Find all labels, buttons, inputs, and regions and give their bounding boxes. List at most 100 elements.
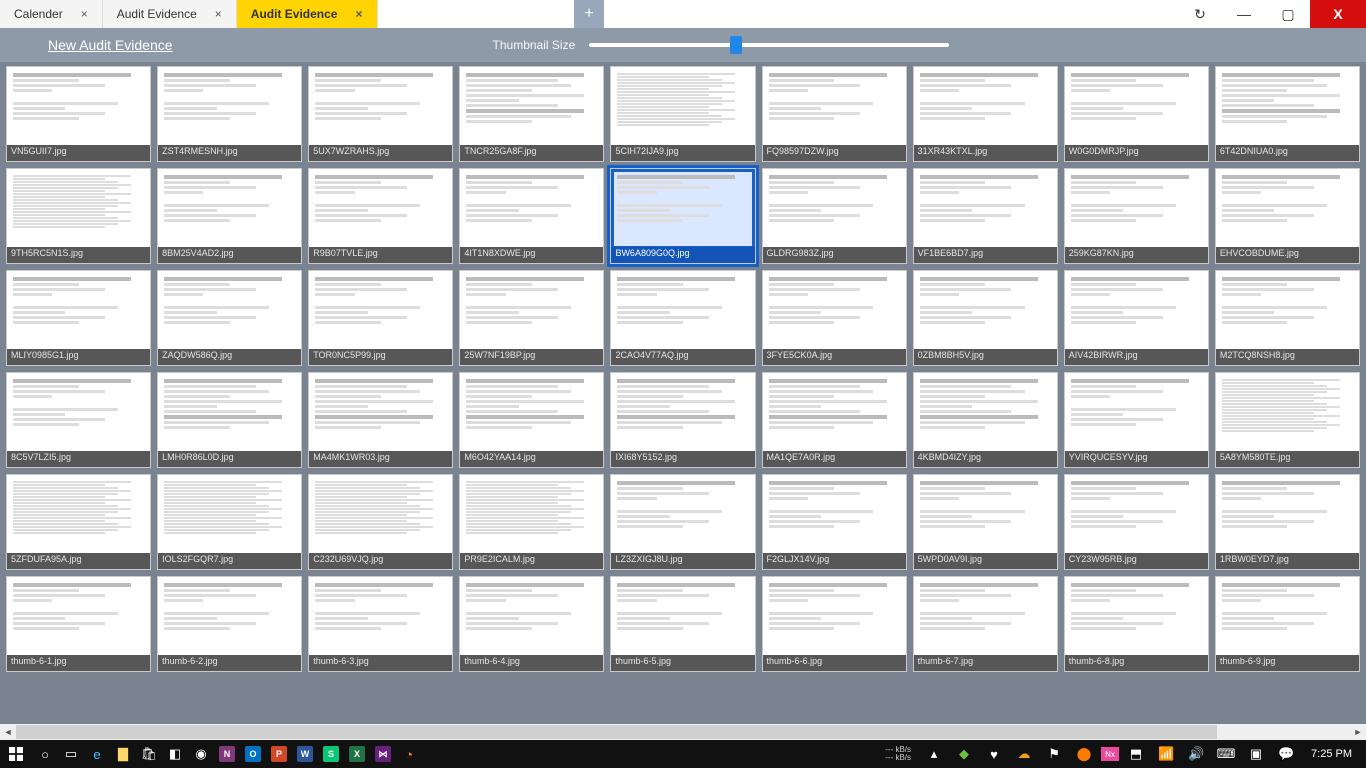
task-view-icon[interactable]: ▭ [58,740,84,768]
tab-2[interactable]: Audit Evidence× [237,0,378,28]
scroll-left-arrow[interactable]: ◄ [0,724,16,740]
thumbnail[interactable]: IOLS2FGQR7.jpg [157,474,302,570]
app-icon-2[interactable]: ◔ [396,740,422,768]
thumbnail[interactable]: 8BM25V4AD2.jpg [157,168,302,264]
tab-close-icon[interactable]: × [215,7,222,21]
thumbnail[interactable]: ZAQDW586Q.jpg [157,270,302,366]
thumbnail[interactable]: MLIY0985G1.jpg [6,270,151,366]
scroll-handle[interactable] [16,725,1217,739]
tab-close-icon[interactable]: × [81,7,88,21]
new-tab-button[interactable]: + [574,0,604,28]
visual-studio-icon[interactable]: ⋈ [370,740,396,768]
thumbnail[interactable]: 4KBMD4IZY.jpg [913,372,1058,468]
start-button[interactable] [0,740,32,768]
thumbnail[interactable]: VN5GUII7.jpg [6,66,151,162]
thumbnail[interactable]: 31XR43KTXL.jpg [913,66,1058,162]
thumbnail[interactable]: CY23W95RB.jpg [1064,474,1209,570]
thumbnail-size-slider[interactable] [589,43,949,47]
thumbnail[interactable]: thumb-6-1.jpg [6,576,151,672]
thumbnail[interactable]: LZ3ZXIGJ8U.jpg [610,474,755,570]
tray-input-icon[interactable]: ⌨ [1213,740,1239,768]
thumbnail[interactable]: 6T42DNIUA0.jpg [1215,66,1360,162]
tray-icon-6[interactable]: Nx [1101,747,1119,761]
thumbnail[interactable]: MA4MK1WR03.jpg [308,372,453,468]
thumbnail[interactable]: TNCR25GA8F.jpg [459,66,604,162]
thumbnail[interactable]: 259KG87KN.jpg [1064,168,1209,264]
thumbnail[interactable]: M6O42YAA14.jpg [459,372,604,468]
tray-volume-icon[interactable]: 🔊 [1183,740,1209,768]
refresh-button[interactable]: ↻ [1178,0,1222,28]
onenote-icon[interactable]: N [214,740,240,768]
thumbnail[interactable]: VF1BE6BD7.jpg [913,168,1058,264]
thumbnail[interactable]: MA1QE7A0R.jpg [762,372,907,468]
thumbnail[interactable]: 8C5V7LZI5.jpg [6,372,151,468]
tray-icon-3[interactable]: ☁ [1011,740,1037,768]
thumbnail[interactable]: 5UX7WZRAHS.jpg [308,66,453,162]
thumbnail[interactable]: 5A8YM580TE.jpg [1215,372,1360,468]
thumbnail[interactable]: ZST4RMESNH.jpg [157,66,302,162]
thumbnail[interactable]: thumb-6-3.jpg [308,576,453,672]
thumbnail[interactable]: 5WPD0AV9I.jpg [913,474,1058,570]
thumbnail[interactable]: thumb-6-5.jpg [610,576,755,672]
scroll-track[interactable] [16,724,1350,740]
tab-0[interactable]: Calender× [0,0,103,28]
search-icon[interactable]: ○ [32,740,58,768]
close-button[interactable]: X [1310,0,1366,28]
thumbnail[interactable]: C232U69VJQ.jpg [308,474,453,570]
thumbnail[interactable]: 1RBW0EYD7.jpg [1215,474,1360,570]
thumbnail[interactable]: 2CAO4V77AQ.jpg [610,270,755,366]
thumbnail[interactable]: TOR0NC5P99.jpg [308,270,453,366]
thumbnail[interactable]: EHVCOBDUME.jpg [1215,168,1360,264]
powerpoint-icon[interactable]: P [266,740,292,768]
thumbnail[interactable]: thumb-6-8.jpg [1064,576,1209,672]
sway-icon[interactable]: S [318,740,344,768]
maximize-button[interactable]: ▢ [1266,0,1310,28]
thumbnail[interactable]: thumb-6-9.jpg [1215,576,1360,672]
tray-overflow-icon[interactable]: ▴ [921,740,947,768]
thumbnail[interactable]: M2TCQ8NSH8.jpg [1215,270,1360,366]
thumbnail[interactable]: YVIRQUCESYV.jpg [1064,372,1209,468]
horizontal-scrollbar[interactable]: ◄ ► [0,724,1366,740]
thumbnail[interactable]: PR9E2ICALM.jpg [459,474,604,570]
thumbnail[interactable]: FQ98597DZW.jpg [762,66,907,162]
edge-icon[interactable]: e [84,740,110,768]
clock[interactable]: 7:25 PM [1303,748,1360,760]
thumbnail[interactable]: 4IT1N8XDWE.jpg [459,168,604,264]
tray-icon-2[interactable]: ♥ [981,740,1007,768]
thumbnail[interactable]: 0ZBM8BH5V.jpg [913,270,1058,366]
thumbnail[interactable]: AIV42BIRWR.jpg [1064,270,1209,366]
thumbnail[interactable]: 5ZFDUFA95A.jpg [6,474,151,570]
word-icon[interactable]: W [292,740,318,768]
tray-notifications-icon[interactable]: 💬 [1273,740,1299,768]
file-explorer-icon[interactable]: ▇ [110,740,136,768]
thumbnail[interactable]: W0G0DMRJP.jpg [1064,66,1209,162]
tray-icon-4[interactable]: ⚑ [1041,740,1067,768]
outlook-icon[interactable]: O [240,740,266,768]
thumbnail[interactable]: 5CIH72IJA9.jpg [610,66,755,162]
new-audit-evidence-link[interactable]: New Audit Evidence [48,37,173,53]
tray-icon-1[interactable]: ◆ [951,740,977,768]
tab-1[interactable]: Audit Evidence× [103,0,237,28]
thumbnail[interactable]: LMH0R86L0D.jpg [157,372,302,468]
slider-thumb[interactable] [730,36,742,54]
tray-icon-5[interactable]: ⬤ [1071,740,1097,768]
thumbnail[interactable]: F2GLJX14V.jpg [762,474,907,570]
tab-close-icon[interactable]: × [355,7,362,21]
thumbnail[interactable]: GLDRG983Z.jpg [762,168,907,264]
thumbnail[interactable]: thumb-6-4.jpg [459,576,604,672]
chrome-icon[interactable]: ◉ [188,740,214,768]
thumbnail[interactable]: 3FYE5CK0A.jpg [762,270,907,366]
thumbnail[interactable]: R9B07TVLE.jpg [308,168,453,264]
thumbnail[interactable]: 9TH5RC5N1S.jpg [6,168,151,264]
store-icon[interactable]: 🛍 [136,740,162,768]
thumbnail[interactable]: BW6A809G0Q.jpg [610,168,755,264]
thumbnail[interactable]: 25W7NF19BP.jpg [459,270,604,366]
excel-icon[interactable]: X [344,740,370,768]
scroll-right-arrow[interactable]: ► [1350,724,1366,740]
minimize-button[interactable]: — [1222,0,1266,28]
tray-battery-icon[interactable]: ▣ [1243,740,1269,768]
thumbnail[interactable]: thumb-6-6.jpg [762,576,907,672]
tray-network-icon[interactable]: 📶 [1153,740,1179,768]
thumbnail[interactable]: thumb-6-7.jpg [913,576,1058,672]
tray-icon-7[interactable]: ⬒ [1123,740,1149,768]
